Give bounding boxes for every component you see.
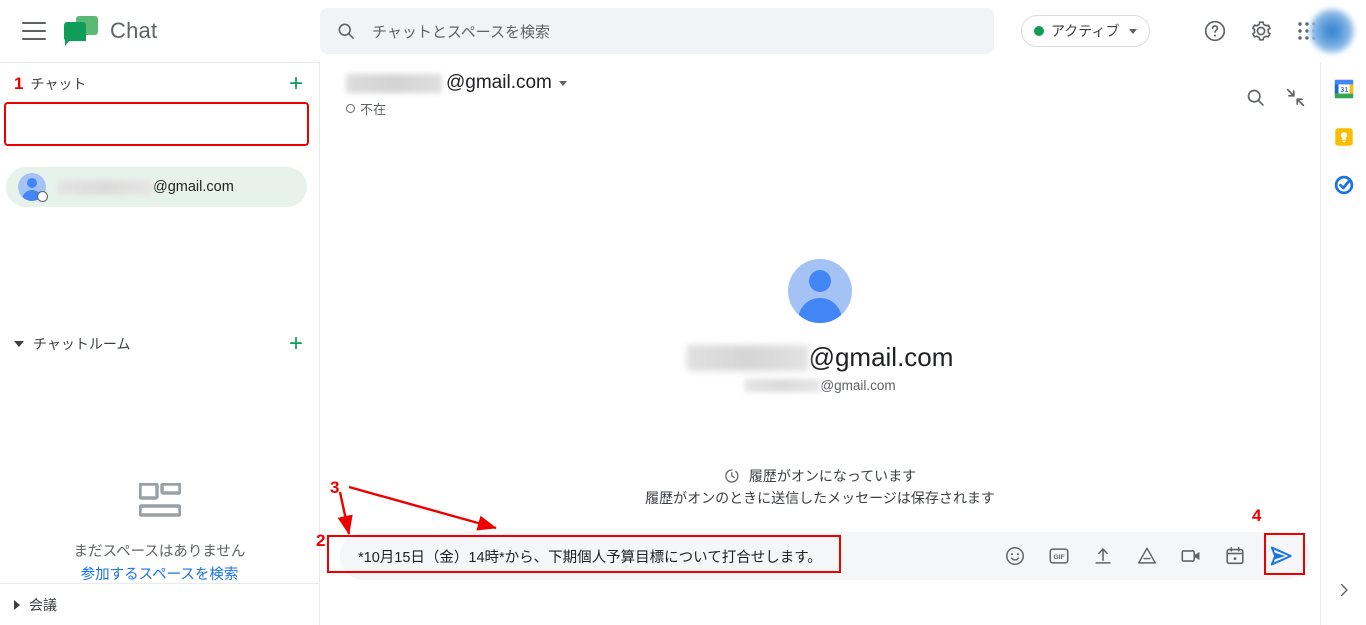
google-chat-logo <box>64 16 98 46</box>
search-icon <box>1247 89 1264 106</box>
google-calendar-icon[interactable]: 31 <box>1333 78 1355 100</box>
svg-text:GIF: GIF <box>1053 554 1064 561</box>
history-description: 履歴がオンのときに送信したメッセージは保存されます <box>645 490 995 506</box>
conversation-search-button[interactable] <box>1240 82 1270 112</box>
send-button[interactable] <box>1268 543 1294 569</box>
search-placeholder: チャットとスペースを検索 <box>372 23 551 41</box>
google-keep-icon[interactable] <box>1333 126 1355 148</box>
status-label: アクティブ <box>1051 23 1120 39</box>
conversation-status-label: 不在 <box>360 102 387 117</box>
gif-icon[interactable]: GIF <box>1048 545 1070 567</box>
annotation-marker-3: 3 <box>330 478 340 497</box>
help-circle-icon <box>1204 20 1226 42</box>
conversation-email-suffix: @gmail.com <box>446 72 552 93</box>
sidebar-section-meetings-label: 会議 <box>29 596 57 613</box>
send-icon <box>1270 546 1292 566</box>
add-room-button[interactable]: + <box>289 332 303 356</box>
google-drive-icon[interactable] <box>1136 545 1158 567</box>
conversation-title[interactable]: @gmail.com <box>346 72 567 94</box>
emoji-icon[interactable] <box>1004 545 1026 567</box>
sidebar-section-chat-label: チャット <box>30 76 87 92</box>
help-button[interactable] <box>1200 16 1230 46</box>
conversation-header: @gmail.com 不在 <box>320 62 1320 120</box>
blurred-username <box>346 73 442 93</box>
chat-item-email-suffix: @gmail.com <box>153 179 234 195</box>
blurred-username <box>686 344 809 371</box>
annotation-marker-1: 1 <box>14 74 24 93</box>
sidebar: 1 チャット + @gmail.com チャットルーム + まだスペースはありま… <box>0 62 319 625</box>
sidebar-section-chat[interactable]: 1 チャット + <box>0 63 319 105</box>
contact-email-suffix: @gmail.com <box>808 342 954 372</box>
collapse-conversation-button[interactable] <box>1280 82 1310 112</box>
chevron-down-icon <box>14 341 24 347</box>
contact-display-name: @gmail.com <box>686 342 954 373</box>
contact-avatar <box>18 173 48 202</box>
blurred-username <box>744 379 821 392</box>
expand-rail-button[interactable] <box>1336 582 1352 603</box>
message-input[interactable]: *10月15日（金）14時*から、下期個人予算目標について打合せします。 <box>340 546 1004 567</box>
search-icon <box>338 23 354 39</box>
status-dropdown[interactable]: アクティブ <box>1021 15 1151 47</box>
hamburger-menu-icon[interactable] <box>22 22 46 40</box>
sidebar-section-rooms-label: チャットルーム <box>33 336 131 352</box>
contact-avatar-large <box>788 259 852 323</box>
google-tasks-icon[interactable] <box>1333 174 1355 196</box>
add-chat-button[interactable]: + <box>289 72 303 96</box>
sidebar-section-meetings[interactable]: 会議 <box>0 583 319 625</box>
contact-secondary-email-suffix: @gmail.com <box>820 378 896 393</box>
sidebar-chat-item-label: @gmail.com <box>58 179 234 195</box>
annotation-marker-2: 2 <box>316 531 326 550</box>
find-spaces-link[interactable]: 参加するスペースを検索 <box>81 563 239 584</box>
history-title: 履歴がオンになっています <box>748 468 917 484</box>
history-clock-icon <box>725 469 739 483</box>
composer-toolbar: GIF <box>1004 543 1310 569</box>
brand: Chat <box>64 16 157 46</box>
away-status-icon <box>346 104 355 113</box>
conversation-status: 不在 <box>346 99 386 118</box>
conversation-empty-state: @gmail.com @gmail.com 履歴がオンになっています 履歴がオン… <box>320 120 1320 520</box>
brand-name: Chat <box>110 18 158 43</box>
history-status: 履歴がオンになっています <box>724 466 916 486</box>
upload-icon[interactable] <box>1092 545 1114 567</box>
chevron-right-icon <box>1340 583 1348 597</box>
google-chat-window: Chat チャットとスペースを検索 アクティブ 1 チャット + @gmail.… <box>0 0 1366 625</box>
collapse-icon <box>1286 88 1304 106</box>
annotation-marker-4: 4 <box>1252 506 1262 525</box>
svg-text:31: 31 <box>1340 87 1348 94</box>
sidebar-chat-item[interactable]: @gmail.com <box>6 167 307 207</box>
gear-icon <box>1252 21 1271 41</box>
settings-button[interactable] <box>1246 16 1276 46</box>
message-composer[interactable]: *10月15日（金）14時*から、下期個人予算目標について打合せします。 GIF <box>340 532 1310 580</box>
empty-spaces-message: まだスペースはありません <box>73 544 246 560</box>
spaces-grid-icon <box>137 482 182 526</box>
blurred-username <box>58 179 153 195</box>
video-camera-icon[interactable] <box>1180 545 1202 567</box>
chevron-down-icon <box>1129 28 1138 34</box>
chevron-right-icon <box>14 599 20 610</box>
empty-spaces-state: まだスペースはありません 参加するスペースを検索 <box>0 482 319 584</box>
sidebar-section-rooms[interactable]: チャットルーム + <box>0 323 319 365</box>
search-input[interactable]: チャットとスペースを検索 <box>320 8 994 54</box>
account-avatar[interactable] <box>1310 9 1354 53</box>
status-dot <box>1034 26 1044 36</box>
side-app-rail: 31 <box>1320 62 1366 625</box>
calendar-icon[interactable] <box>1224 545 1246 567</box>
contact-secondary-email: @gmail.com <box>744 378 896 393</box>
chevron-down-icon[interactable] <box>558 80 567 86</box>
